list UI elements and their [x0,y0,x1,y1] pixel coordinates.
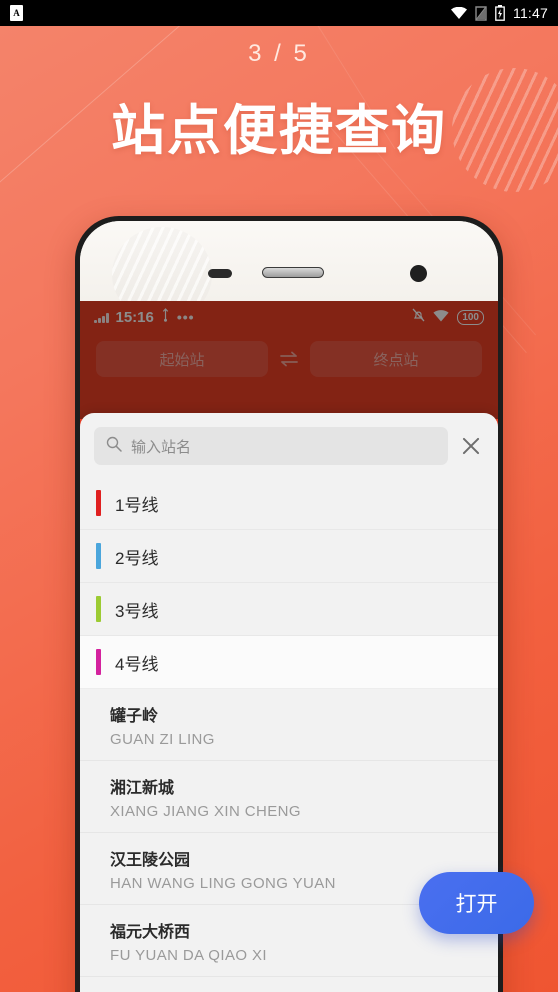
system-status-left: A [10,5,23,21]
step-counter: 3 / 5 [248,40,310,67]
app-clock: 15:16 [115,308,154,326]
open-button[interactable]: 打开 [419,872,534,934]
system-clock: 11:47 [513,5,548,21]
app-status-right: 100 [412,308,484,326]
line-label: 3号线 [115,601,159,621]
line-label: 4号线 [115,654,159,674]
system-status-bar: A 11:47 [0,0,558,26]
overflow-dots-icon: ••• [176,309,195,325]
system-status-right: 11:47 [451,5,548,21]
station-name-cn: 罐子岭 [110,708,159,725]
app-notification-icon: A [10,5,23,21]
search-input[interactable]: 输入站名 [94,427,448,465]
swap-arrows-icon[interactable] [278,350,300,368]
wifi-icon [433,309,449,326]
line-list-item[interactable]: 1号线 [80,477,498,530]
line-label: 1号线 [115,495,159,515]
bell-mute-icon [412,308,425,326]
station-name-cn: 湘江新城 [110,780,175,797]
search-placeholder: 输入站名 [131,438,192,456]
proximity-sensor-icon [208,269,232,278]
front-camera-icon [410,265,427,282]
battery-percent-badge: 100 [457,309,484,325]
usb-icon [161,308,170,326]
station-name-en: FU YUAN DA QIAO XI [110,947,267,964]
station-list-item[interactable]: 罐子岭 GUAN ZI LING [80,689,498,761]
search-row: 输入站名 [80,413,498,477]
line-list-item[interactable]: 2号线 [80,530,498,583]
line-list: 1号线 2号线 3号线 4号线 [80,477,498,689]
line-color-bar [96,543,101,569]
station-name-en: GUAN ZI LING [110,731,215,748]
search-icon [106,436,122,457]
line-color-bar [96,490,101,516]
station-list: 罐子岭 GUAN ZI LING 湘江新城 XIANG JIANG XIN CH… [80,689,498,977]
line-label: 2号线 [115,548,159,568]
end-station-button[interactable]: 终点站 [310,341,482,377]
line-list-item[interactable]: 3号线 [80,583,498,636]
station-list-item[interactable]: 湘江新城 XIANG JIANG XIN CHENG [80,761,498,833]
station-selector-row: 起始站 终点站 [80,333,498,389]
app-status-bar: 15:16 ••• 100 [80,301,498,333]
wifi-icon [451,7,467,19]
line-list-item-selected[interactable]: 4号线 [80,636,498,689]
sim-card-icon [475,5,487,21]
signal-bars-icon [94,312,109,323]
line-color-bar [96,596,101,622]
battery-icon [495,5,505,21]
station-name-cn: 汉王陵公园 [110,852,191,869]
station-name-en: XIANG JIANG XIN CHENG [110,803,301,820]
line-color-bar [96,649,101,675]
phone-top-bezel [80,221,498,322]
promo-title: 站点便捷查询 [111,99,447,162]
close-icon[interactable] [458,433,484,459]
earpiece-speaker-icon [262,267,324,278]
start-station-button[interactable]: 起始站 [96,341,268,377]
promo-background: 3 / 5 站点便捷查询 15:16 ••• 100 起始站 终点站 输入站名 … [0,26,558,992]
